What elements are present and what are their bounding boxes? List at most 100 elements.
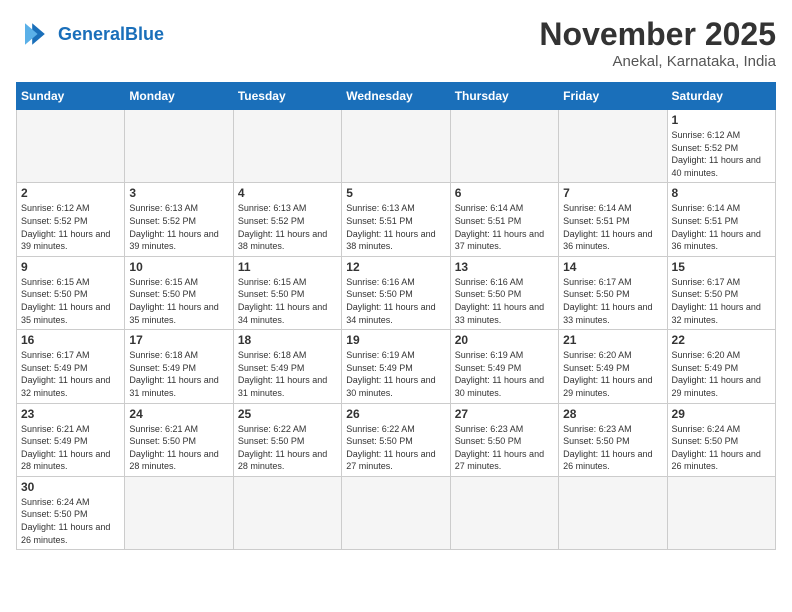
day-number: 8 (672, 186, 771, 200)
day-number: 24 (129, 407, 228, 421)
day-info: Sunrise: 6:15 AMSunset: 5:50 PMDaylight:… (238, 276, 337, 326)
day-number: 10 (129, 260, 228, 274)
header-friday: Friday (559, 83, 667, 110)
calendar-cell (342, 110, 450, 183)
calendar-cell: 5Sunrise: 6:13 AMSunset: 5:51 PMDaylight… (342, 183, 450, 256)
calendar-cell: 20Sunrise: 6:19 AMSunset: 5:49 PMDayligh… (450, 330, 558, 403)
calendar-cell: 13 Sunrise: 6:16 AMSunset: 5:50 PMDayligh… (450, 256, 558, 329)
day-info: Sunrise: 6:13 AMSunset: 5:51 PMDaylight:… (346, 202, 445, 252)
day-info: Sunrise: 6:14 AMSunset: 5:51 PMDaylight:… (455, 202, 554, 252)
day-info: Sunrise: 6:23 AMSunset: 5:50 PMDaylight:… (455, 423, 554, 473)
header-monday: Monday (125, 83, 233, 110)
calendar-cell: 6 Sunrise: 6:14 AMSunset: 5:51 PMDaylight… (450, 183, 558, 256)
day-info: Sunrise: 6:13 AMSunset: 5:52 PMDaylight:… (238, 202, 337, 252)
calendar-cell: 25 Sunrise: 6:22 AMSunset: 5:50 PMDayligh… (233, 403, 341, 476)
day-number: 17 (129, 333, 228, 347)
calendar-cell: 2 Sunrise: 6:12 AMSunset: 5:52 PMDaylight… (17, 183, 125, 256)
calendar-cell: 28 Sunrise: 6:23 AMSunset: 5:50 PMDayligh… (559, 403, 667, 476)
day-number: 27 (455, 407, 554, 421)
day-info: Sunrise: 6:12 AMSunset: 5:52 PMDaylight:… (672, 129, 771, 179)
day-number: 13 (455, 260, 554, 274)
calendar-cell: 15Sunrise: 6:17 AMSunset: 5:50 PMDayligh… (667, 256, 775, 329)
calendar-cell: 24 Sunrise: 6:21 AMSunset: 5:50 PMDayligh… (125, 403, 233, 476)
day-number: 12 (346, 260, 445, 274)
logo: GeneralBlue (16, 16, 164, 52)
day-info: Sunrise: 6:14 AMSunset: 5:51 PMDaylight:… (672, 202, 771, 252)
calendar-cell: 19 Sunrise: 6:19 AMSunset: 5:49 PMDayligh… (342, 330, 450, 403)
calendar-cell: 29 Sunrise: 6:24 AMSunset: 5:50 PMDayligh… (667, 403, 775, 476)
day-info: Sunrise: 6:21 AMSunset: 5:50 PMDaylight:… (129, 423, 228, 473)
calendar-cell: 22 Sunrise: 6:20 AMSunset: 5:49 PMDayligh… (667, 330, 775, 403)
day-number: 3 (129, 186, 228, 200)
calendar-cell (559, 110, 667, 183)
day-info: Sunrise: 6:19 AMSunset: 5:49 PMDaylight:… (455, 349, 554, 399)
day-info: Sunrise: 6:16 AMSunset: 5:50 PMDaylight:… (455, 276, 554, 326)
day-number: 6 (455, 186, 554, 200)
day-info: Sunrise: 6:12 AMSunset: 5:52 PMDaylight:… (21, 202, 120, 252)
title-block: November 2025 Anekal, Karnataka, India (539, 16, 776, 70)
day-number: 23 (21, 407, 120, 421)
day-info: Sunrise: 6:17 AMSunset: 5:50 PMDaylight:… (672, 276, 771, 326)
header-sunday: Sunday (17, 83, 125, 110)
day-number: 21 (563, 333, 662, 347)
day-number: 30 (21, 480, 120, 494)
day-info: Sunrise: 6:24 AMSunset: 5:50 PMDaylight:… (21, 496, 120, 546)
day-number: 4 (238, 186, 337, 200)
day-info: Sunrise: 6:21 AMSunset: 5:49 PMDaylight:… (21, 423, 120, 473)
calendar-cell: 23 Sunrise: 6:21 AMSunset: 5:49 PMDayligh… (17, 403, 125, 476)
weekday-header-row: Sunday Monday Tuesday Wednesday Thursday… (17, 83, 776, 110)
calendar-cell: 3 Sunrise: 6:13 AMSunset: 5:52 PMDaylight… (125, 183, 233, 256)
day-number: 14 (563, 260, 662, 274)
logo-text: GeneralBlue (58, 24, 164, 45)
day-number: 2 (21, 186, 120, 200)
calendar-cell: 12Sunrise: 6:16 AMSunset: 5:50 PMDayligh… (342, 256, 450, 329)
calendar-cell (125, 110, 233, 183)
calendar-cell: 9Sunrise: 6:15 AMSunset: 5:50 PMDaylight… (17, 256, 125, 329)
calendar-cell (17, 110, 125, 183)
day-number: 25 (238, 407, 337, 421)
day-number: 22 (672, 333, 771, 347)
subtitle: Anekal, Karnataka, India (539, 53, 776, 70)
day-number: 18 (238, 333, 337, 347)
calendar-cell (667, 476, 775, 549)
day-number: 19 (346, 333, 445, 347)
calendar-cell (450, 476, 558, 549)
logo-icon (16, 16, 52, 52)
day-number: 16 (21, 333, 120, 347)
page-header: GeneralBlue November 2025 Anekal, Karnat… (16, 16, 776, 70)
calendar-cell: 21 Sunrise: 6:20 AMSunset: 5:49 PMDayligh… (559, 330, 667, 403)
day-info: Sunrise: 6:22 AMSunset: 5:50 PMDaylight:… (238, 423, 337, 473)
day-info: Sunrise: 6:18 AMSunset: 5:49 PMDaylight:… (129, 349, 228, 399)
day-number: 7 (563, 186, 662, 200)
header-tuesday: Tuesday (233, 83, 341, 110)
day-info: Sunrise: 6:13 AMSunset: 5:52 PMDaylight:… (129, 202, 228, 252)
month-title: November 2025 (539, 16, 776, 53)
day-number: 26 (346, 407, 445, 421)
calendar-cell: 10 Sunrise: 6:15 AMSunset: 5:50 PMDayligh… (125, 256, 233, 329)
day-number: 28 (563, 407, 662, 421)
calendar-cell: 18 Sunrise: 6:18 AMSunset: 5:49 PMDayligh… (233, 330, 341, 403)
day-info: Sunrise: 6:24 AMSunset: 5:50 PMDaylight:… (672, 423, 771, 473)
calendar-table: Sunday Monday Tuesday Wednesday Thursday… (16, 82, 776, 550)
calendar-cell: 4 Sunrise: 6:13 AMSunset: 5:52 PMDaylight… (233, 183, 341, 256)
day-info: Sunrise: 6:17 AMSunset: 5:49 PMDaylight:… (21, 349, 120, 399)
day-info: Sunrise: 6:14 AMSunset: 5:51 PMDaylight:… (563, 202, 662, 252)
header-thursday: Thursday (450, 83, 558, 110)
day-info: Sunrise: 6:20 AMSunset: 5:49 PMDaylight:… (672, 349, 771, 399)
day-info: Sunrise: 6:15 AMSunset: 5:50 PMDaylight:… (129, 276, 228, 326)
calendar-cell: 27 Sunrise: 6:23 AMSunset: 5:50 PMDayligh… (450, 403, 558, 476)
calendar-cell (125, 476, 233, 549)
day-info: Sunrise: 6:19 AMSunset: 5:49 PMDaylight:… (346, 349, 445, 399)
day-info: Sunrise: 6:20 AMSunset: 5:49 PMDaylight:… (563, 349, 662, 399)
calendar-cell: 11Sunrise: 6:15 AMSunset: 5:50 PMDayligh… (233, 256, 341, 329)
day-number: 29 (672, 407, 771, 421)
day-info: Sunrise: 6:18 AMSunset: 5:49 PMDaylight:… (238, 349, 337, 399)
day-info: Sunrise: 6:22 AMSunset: 5:50 PMDaylight:… (346, 423, 445, 473)
day-number: 1 (672, 113, 771, 127)
calendar-cell: 8 Sunrise: 6:14 AMSunset: 5:51 PMDaylight… (667, 183, 775, 256)
day-info: Sunrise: 6:17 AMSunset: 5:50 PMDaylight:… (563, 276, 662, 326)
day-number: 9 (21, 260, 120, 274)
calendar-cell (342, 476, 450, 549)
day-info: Sunrise: 6:23 AMSunset: 5:50 PMDaylight:… (563, 423, 662, 473)
header-saturday: Saturday (667, 83, 775, 110)
